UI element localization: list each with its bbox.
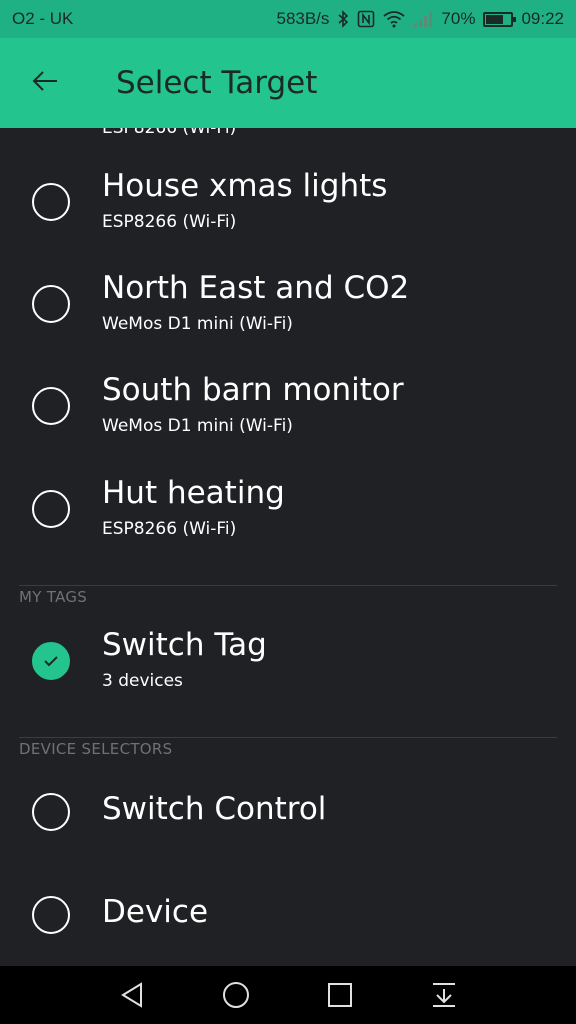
back-triangle-icon[interactable] (112, 975, 152, 1015)
navigation-bar (0, 966, 576, 1024)
page-title: Select Target (116, 65, 318, 101)
selector-title: Switch Control (102, 791, 327, 827)
device-item[interactable]: North East and CO2 WeMos D1 mini (Wi-Fi) (0, 252, 576, 352)
section-header-my-tags: MY TAGS (19, 588, 88, 606)
radio-button[interactable] (32, 183, 70, 221)
arrow-left-icon (31, 69, 59, 97)
tag-title: Switch Tag (102, 627, 267, 663)
list-item-subtitle: ESP8266 (Wi-Fi) (102, 128, 237, 138)
device-item[interactable]: Hut heating ESP8266 (Wi-Fi) (0, 457, 576, 557)
status-right: 583B/s 70% 09:22 (276, 9, 564, 29)
battery-icon (483, 11, 517, 27)
device-title: North East and CO2 (102, 270, 410, 306)
status-bar: O2 - UK 583B/s 70% 09:22 (0, 0, 576, 38)
battery-fill (486, 14, 504, 24)
device-subtitle: WeMos D1 mini (Wi-Fi) (102, 314, 293, 334)
signal-icon (413, 10, 433, 28)
clock: 09:22 (521, 9, 564, 28)
carrier-label: O2 - UK (12, 9, 74, 28)
tag-item[interactable]: Switch Tag 3 devices (0, 609, 576, 709)
device-title: South barn monitor (102, 372, 404, 408)
bluetooth-icon (337, 10, 349, 28)
device-subtitle: ESP8266 (Wi-Fi) (102, 519, 237, 539)
radio-button[interactable] (32, 793, 70, 831)
device-title: House xmas lights (102, 168, 388, 204)
device-subtitle: ESP8266 (Wi-Fi) (102, 212, 237, 232)
device-title: Hut heating (102, 475, 285, 511)
check-icon (44, 656, 58, 667)
section-header-device-selectors: DEVICE SELECTORS (19, 740, 173, 758)
device-item[interactable]: House xmas lights ESP8266 (Wi-Fi) (0, 150, 576, 250)
section-divider (19, 737, 557, 738)
radio-button[interactable] (32, 387, 70, 425)
wifi-icon (383, 10, 405, 28)
target-list[interactable]: ESP8266 (Wi-Fi) House xmas lights ESP826… (0, 128, 576, 966)
radio-button[interactable] (32, 896, 70, 934)
device-item[interactable]: South barn monitor WeMos D1 mini (Wi-Fi) (0, 354, 576, 454)
section-divider (19, 585, 557, 586)
app-bar: Select Target (0, 38, 576, 128)
back-button[interactable] (0, 38, 90, 128)
recents-square-icon[interactable] (320, 975, 360, 1015)
nfc-icon (357, 10, 375, 28)
radio-button-checked[interactable] (32, 642, 70, 680)
selector-item[interactable]: Device (0, 865, 576, 965)
selector-title: Device (102, 894, 209, 930)
home-circle-icon[interactable] (216, 975, 256, 1015)
radio-button[interactable] (32, 490, 70, 528)
selector-item[interactable]: Switch Control (0, 762, 576, 862)
radio-button[interactable] (32, 285, 70, 323)
battery-percent: 70% (441, 9, 476, 28)
network-speed: 583B/s (276, 9, 330, 28)
tag-subtitle: 3 devices (102, 671, 183, 691)
notification-pull-icon[interactable] (424, 975, 464, 1015)
device-subtitle: WeMos D1 mini (Wi-Fi) (102, 416, 293, 436)
